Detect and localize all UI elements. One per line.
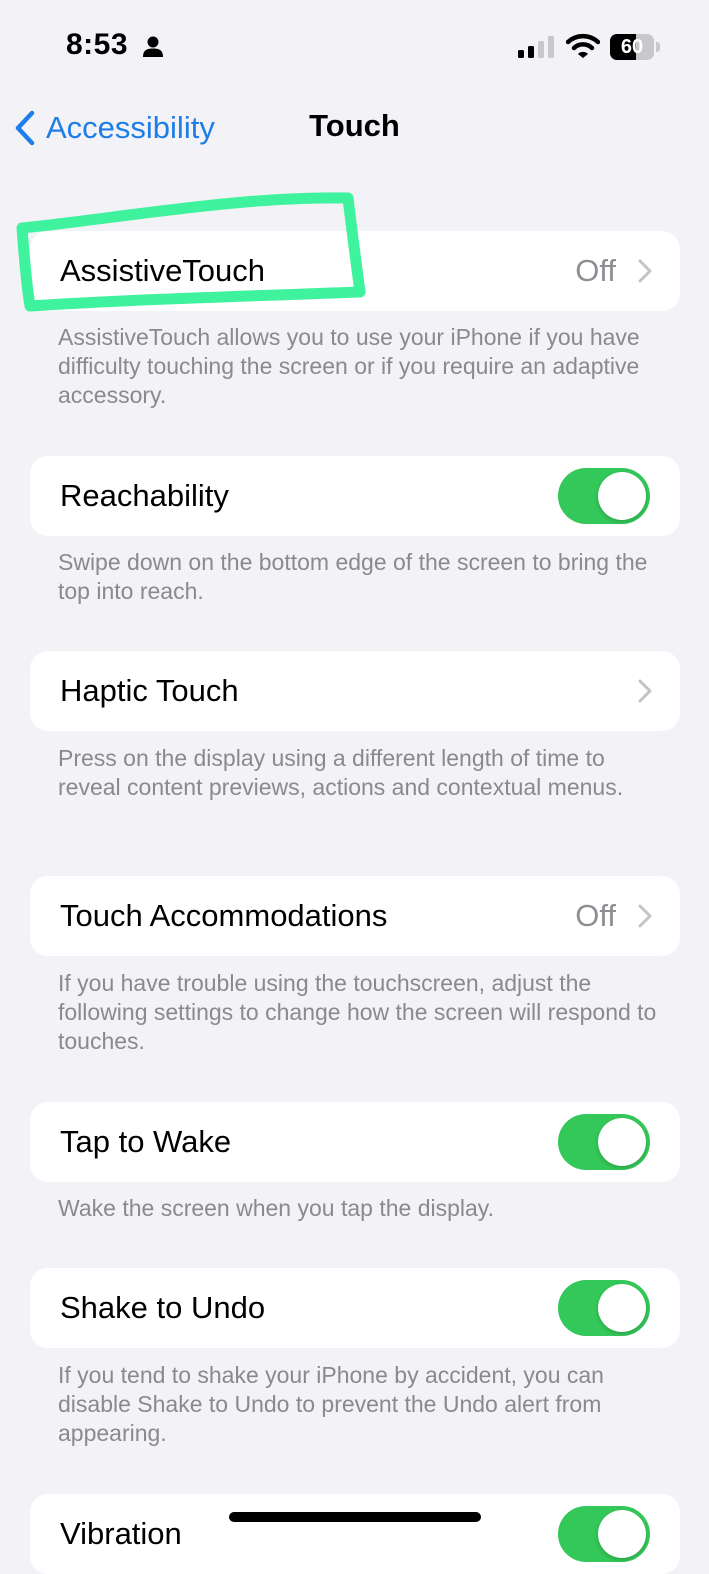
- reachability-label: Reachability: [60, 478, 229, 513]
- assistivetouch-row[interactable]: AssistiveTouch Off: [30, 231, 680, 311]
- haptic-touch-label: Haptic Touch: [60, 673, 239, 708]
- wifi-icon: [566, 33, 600, 58]
- touch-accommodations-footnote: If you have trouble using the touchscree…: [58, 970, 657, 1054]
- haptic-touch-footnote: Press on the display using a different l…: [58, 745, 624, 800]
- assistivetouch-label: AssistiveTouch: [60, 253, 266, 288]
- chevron-right-icon: [638, 679, 652, 703]
- assistivetouch-footnote: AssistiveTouch allows you to use your iP…: [58, 324, 640, 408]
- status-time: 8:53: [66, 28, 129, 61]
- touch-accommodations-label: Touch Accommodations: [60, 898, 388, 933]
- touch-accommodations-row[interactable]: Touch Accommodations Off: [30, 876, 680, 956]
- assistivetouch-value: Off: [575, 253, 616, 288]
- signal-icon: [518, 36, 554, 58]
- battery-percent: 60: [620, 36, 644, 58]
- shake-to-undo-label: Shake to Undo: [60, 1290, 266, 1325]
- reachability-toggle[interactable]: [558, 468, 650, 524]
- battery-icon: 60: [610, 34, 660, 60]
- reachability-row: Reachability: [30, 456, 680, 536]
- vibration-row: Vibration: [30, 1494, 680, 1574]
- tap-to-wake-label: Tap to Wake: [60, 1124, 232, 1159]
- tap-to-wake-footnote: Wake the screen when you tap the display…: [58, 1195, 494, 1221]
- shake-to-undo-toggle[interactable]: [558, 1280, 650, 1336]
- chevron-right-icon: [638, 259, 652, 283]
- touch-accommodations-value: Off: [575, 898, 616, 933]
- page-title: Touch: [309, 108, 400, 143]
- vibration-toggle[interactable]: [558, 1506, 650, 1562]
- person-icon: [143, 36, 163, 57]
- reachability-footnote: Swipe down on the bottom edge of the scr…: [58, 549, 648, 604]
- tap-to-wake-row: Tap to Wake: [30, 1102, 680, 1182]
- shake-to-undo-footnote: If you tend to shake your iPhone by acci…: [58, 1362, 604, 1446]
- tap-to-wake-toggle[interactable]: [558, 1114, 650, 1170]
- home-indicator: [229, 1512, 481, 1522]
- vibration-label: Vibration: [60, 1516, 182, 1551]
- haptic-touch-row[interactable]: Haptic Touch: [30, 651, 680, 731]
- shake-to-undo-row: Shake to Undo: [30, 1268, 680, 1348]
- chevron-right-icon: [638, 904, 652, 928]
